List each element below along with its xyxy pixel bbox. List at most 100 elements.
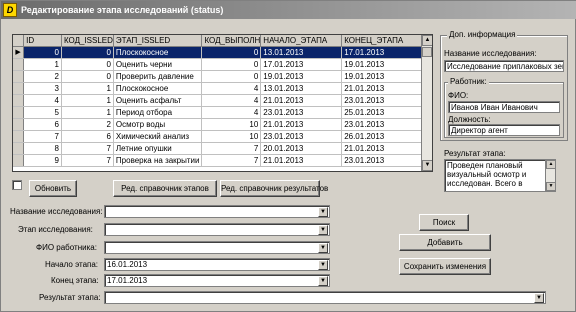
cell-stage[interactable]: Плоскокосное [113,46,203,59]
col-header-end-date[interactable]: КОНЕЦ_ЭТАПА [341,35,432,47]
end-date-picker[interactable]: 17.01.2013 ▼ [104,274,330,287]
position-field[interactable]: Директор агент [448,124,560,136]
scroll-down-icon[interactable]: ▼ [422,160,432,171]
row-indicator[interactable] [13,118,25,131]
cell-id[interactable]: 1 [23,58,62,71]
stages-grid[interactable]: ID КОД_ISSLED ЭТАП_ISSLED КОД_ВЫПОЛН НАЧ… [12,34,433,172]
memo-scroll-down-icon[interactable]: ▼ [546,182,555,191]
cell-start-date[interactable]: 13.01.2013 [260,46,343,59]
cell-stage[interactable]: Осмотр воды [113,118,203,131]
cell-research-code[interactable]: 0 [61,70,114,83]
scroll-thumb[interactable] [422,47,432,57]
cell-stage[interactable]: Оценить асфальт [113,94,203,107]
cell-start-date[interactable]: 21.01.2013 [260,154,343,167]
chevron-down-icon[interactable]: ▼ [318,276,328,286]
scroll-up-icon[interactable]: ▲ [422,35,432,46]
cell-executor-code[interactable]: 0 [201,70,262,83]
cell-research-code[interactable]: 7 [61,154,114,167]
cell-end-date[interactable]: 17.01.2013 [341,46,432,59]
edit-stages-button[interactable]: Ред. справочник этапов [113,180,217,197]
result-memo[interactable]: Проведен плановый визуальный осмотр и ис… [444,159,556,192]
cell-research-code[interactable]: 1 [61,94,114,107]
cell-id[interactable]: 4 [23,94,62,107]
grid-checkbox[interactable] [12,180,22,190]
cell-executor-code[interactable]: 7 [201,142,262,155]
cell-stage[interactable]: Проверка на закрытии [113,154,203,167]
add-button[interactable]: Добавить [399,234,491,251]
cell-end-date[interactable]: 23.01.2013 [341,118,432,131]
cell-stage[interactable]: Плоскокосное [113,82,203,95]
cell-research-code[interactable]: 7 [61,142,114,155]
row-indicator[interactable] [13,142,25,155]
chevron-down-icon[interactable]: ▼ [318,260,328,270]
chevron-down-icon[interactable]: ▼ [318,207,328,217]
edit-results-button[interactable]: Ред. справочник результатов [220,180,328,197]
table-row[interactable]: 3 1 Плоскокосное 4 13.01.2013 21.01.2013 [13,82,432,95]
stage-select[interactable]: ▼ [104,223,330,236]
memo-scroll-up-icon[interactable]: ▲ [546,160,555,169]
cell-executor-code[interactable]: 0 [201,58,262,71]
cell-id[interactable]: 7 [23,130,62,143]
cell-id[interactable]: 0 [23,46,62,59]
table-row[interactable]: 2 0 Проверить давление 0 19.01.2013 19.01.201… [13,70,432,83]
chevron-down-icon[interactable]: ▼ [318,225,328,235]
cell-executor-code[interactable]: 10 [201,118,262,131]
row-indicator[interactable] [13,58,25,71]
cell-stage[interactable]: Оценить черни [113,58,203,71]
col-header-executor-code[interactable]: КОД_ВЫПОЛН [201,35,262,47]
chevron-down-icon[interactable]: ▼ [534,293,544,303]
research-select[interactable]: ▼ [104,205,330,218]
result-select[interactable]: ▼ [104,291,546,304]
cell-research-code[interactable]: 1 [61,82,114,95]
cell-stage[interactable]: Проверить давление [113,70,203,83]
cell-research-code[interactable]: 2 [61,118,114,131]
cell-id[interactable]: 3 [23,82,62,95]
start-date-picker[interactable]: 16.01.2013 ▼ [104,258,330,271]
chevron-down-icon[interactable]: ▼ [318,243,328,253]
cell-end-date[interactable]: 23.01.2013 [341,154,432,167]
col-header-id[interactable]: ID [23,35,62,47]
cell-start-date[interactable]: 17.01.2013 [260,58,343,71]
cell-end-date[interactable]: 23.01.2013 [341,94,432,107]
cell-stage[interactable]: Период отбора [113,106,203,119]
cell-executor-code[interactable]: 10 [201,130,262,143]
fio-field[interactable]: Иванов Иван Иванович [448,101,560,113]
col-header-stage[interactable]: ЭТАП_ISSLED [113,35,203,47]
cell-start-date[interactable]: 19.01.2013 [260,70,343,83]
table-row[interactable]: 4 1 Оценить асфальт 4 21.01.2013 23.01.2013 [13,94,432,107]
table-row[interactable]: 8 7 Летние опушки 7 20.01.2013 21.01.2013 [13,142,432,155]
cell-id[interactable]: 8 [23,142,62,155]
cell-research-code[interactable]: 0 [61,46,114,59]
fio-select[interactable]: ▼ [104,241,330,254]
cell-executor-code[interactable]: 4 [201,94,262,107]
row-indicator[interactable] [13,70,25,83]
find-button[interactable]: Поиск [419,214,469,231]
cell-executor-code[interactable]: 0 [201,46,262,59]
cell-research-code[interactable]: 6 [61,130,114,143]
memo-scrollbar[interactable]: ▲ ▼ [545,160,555,191]
info-research-field[interactable]: Исследование приплаковых зем. [444,60,564,72]
cell-research-code[interactable]: 0 [61,58,114,71]
table-row[interactable]: 9 7 Проверка на закрытии 7 21.01.2013 23.01.2… [13,154,432,167]
table-row[interactable]: 7 6 Химический анализ 10 23.01.2013 26.01.201… [13,130,432,143]
table-row[interactable]: 5 1 Период отбора 4 23.01.2013 25.01.2013 [13,106,432,119]
row-indicator[interactable] [13,130,25,143]
cell-stage[interactable]: Химический анализ [113,130,203,143]
refresh-button[interactable]: Обновить [29,180,77,197]
cell-stage[interactable]: Летние опушки [113,142,203,155]
cell-end-date[interactable]: 19.01.2013 [341,70,432,83]
cell-executor-code[interactable]: 4 [201,82,262,95]
cell-end-date[interactable]: 19.01.2013 [341,58,432,71]
row-indicator[interactable] [13,106,25,119]
cell-start-date[interactable]: 20.01.2013 [260,142,343,155]
cell-id[interactable]: 6 [23,118,62,131]
cell-end-date[interactable]: 21.01.2013 [341,142,432,155]
cell-start-date[interactable]: 21.01.2013 [260,94,343,107]
cell-end-date[interactable]: 21.01.2013 [341,82,432,95]
cell-executor-code[interactable]: 4 [201,106,262,119]
col-header-research-code[interactable]: КОД_ISSLED [61,35,114,47]
row-indicator[interactable] [13,94,25,107]
col-header-start-date[interactable]: НАЧАЛО_ЭТАПА [260,35,343,47]
row-indicator[interactable] [13,82,25,95]
save-button[interactable]: Сохранить изменения [399,258,491,275]
